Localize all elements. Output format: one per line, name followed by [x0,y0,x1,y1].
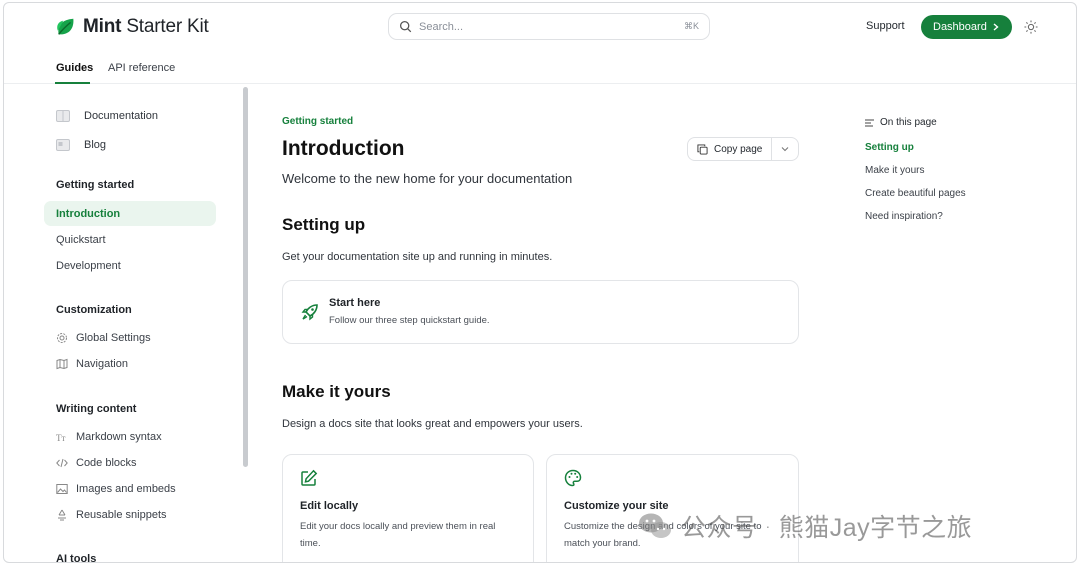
sidebar-scrollbar[interactable] [243,87,248,467]
chevron-right-icon [993,23,999,31]
breadcrumb-section: Getting started [282,116,354,127]
search-input[interactable]: Search... ⌘K [388,13,710,40]
wechat-icon [639,513,671,538]
sidebar-item-code-blocks[interactable]: Code blocks [56,457,137,469]
copy-page-label: Copy page [714,143,763,155]
copy-page-control: Copy page [687,137,799,161]
copy-icon [697,143,708,155]
dashboard-label: Dashboard [933,21,987,33]
text-size-icon: Tт [56,433,65,443]
page-description: Welcome to the new home for your documen… [282,171,573,186]
gear-icon [57,333,67,343]
sidebar-item-global-settings[interactable]: Global Settings [56,332,151,344]
pencil-square-icon [301,469,318,486]
sidebar-item-reusable-snippets[interactable]: Reusable snippets [56,509,167,521]
sidebar-link-label: Documentation [84,110,158,122]
brand-logo[interactable]: Mint Starter Kit [55,16,209,38]
sidebar-item-markdown-syntax[interactable]: Tт Markdown syntax [56,431,162,443]
code-icon [56,458,68,468]
active-tab-indicator [55,82,90,84]
newspaper-icon [56,139,70,151]
toc-item-setting-up[interactable]: Setting up [865,142,914,153]
sidebar-item-quickstart[interactable]: Quickstart [56,234,106,246]
chevron-down-icon [781,147,789,152]
edit-locally-card[interactable]: Edit locally Edit your docs locally and … [282,454,534,562]
brand-name: Mint Starter Kit [83,16,209,37]
section-heading-make-it-yours: Make it yours [282,382,391,401]
sidebar-item-introduction[interactable]: Introduction [56,208,120,220]
tab-bar: Guides API reference [4,51,1076,84]
search-shortcut: ⌘K [683,21,699,31]
toc-item-make-it-yours[interactable]: Make it yours [865,165,924,176]
watermark-source: 公众号 [681,514,758,542]
section-text-make-it-yours: Design a docs site that looks great and … [282,418,583,430]
copy-page-button[interactable]: Copy page [688,138,773,160]
support-link[interactable]: Support [866,20,905,32]
watermark-separator: · [765,518,771,534]
section-text-setting-up: Get your documentation site up and runni… [282,251,553,263]
toc-heading: On this page [865,117,937,128]
card-title: Start here [329,297,381,309]
toc-item-need-inspiration[interactable]: Need inspiration? [865,211,943,222]
search-icon [399,20,412,33]
sun-icon[interactable] [1024,20,1038,34]
sidebar-item-navigation[interactable]: Navigation [56,358,128,370]
tab-api-reference[interactable]: API reference [108,62,175,74]
rocket-icon [301,304,318,321]
watermark: 公众号 · 熊猫Jay字节之旅 [637,508,972,544]
dashboard-button[interactable]: Dashboard [921,15,1012,39]
app-window: Mint Starter Kit Search... ⌘K Support Da… [3,2,1077,563]
sidebar-link-documentation[interactable]: Documentation [56,110,158,122]
start-here-card[interactable]: Start here Follow our three step quickst… [282,280,799,344]
mint-leaf-icon [57,18,74,35]
top-bar: Mint Starter Kit Search... ⌘K Support Da… [4,3,1076,51]
map-icon [56,358,68,370]
book-icon [56,110,70,122]
svg-text:Tт: Tт [56,433,65,443]
toc-item-create-beautiful-pages[interactable]: Create beautiful pages [865,188,966,199]
tab-guides[interactable]: Guides [56,62,93,74]
sidebar-group-customization: Customization [56,304,132,316]
card-description: Edit your docs locally and preview them … [300,521,496,549]
search-placeholder: Search... [419,20,464,33]
card-title: Edit locally [300,500,359,512]
watermark-author: 熊猫Jay字节之旅 [778,514,973,542]
sidebar-group-ai-tools: AI tools [56,553,97,563]
sidebar-item-images-and-embeds[interactable]: Images and embeds [56,483,176,495]
page-title: Introduction [282,137,405,160]
palette-icon [564,469,582,487]
copy-page-dropdown[interactable] [772,146,798,152]
card-description: Follow our three step quickstart guide. [329,315,490,326]
sidebar-link-label: Blog [84,139,107,151]
image-icon [56,484,68,494]
sidebar-group-writing-content: Writing content [56,403,137,415]
recycle-icon [58,509,66,521]
section-heading-setting-up: Setting up [282,215,366,234]
list-icon [865,118,874,127]
sidebar-item-development[interactable]: Development [56,260,121,272]
sidebar-group-getting-started: Getting started [56,179,135,191]
sidebar-link-blog[interactable]: Blog [56,139,106,151]
